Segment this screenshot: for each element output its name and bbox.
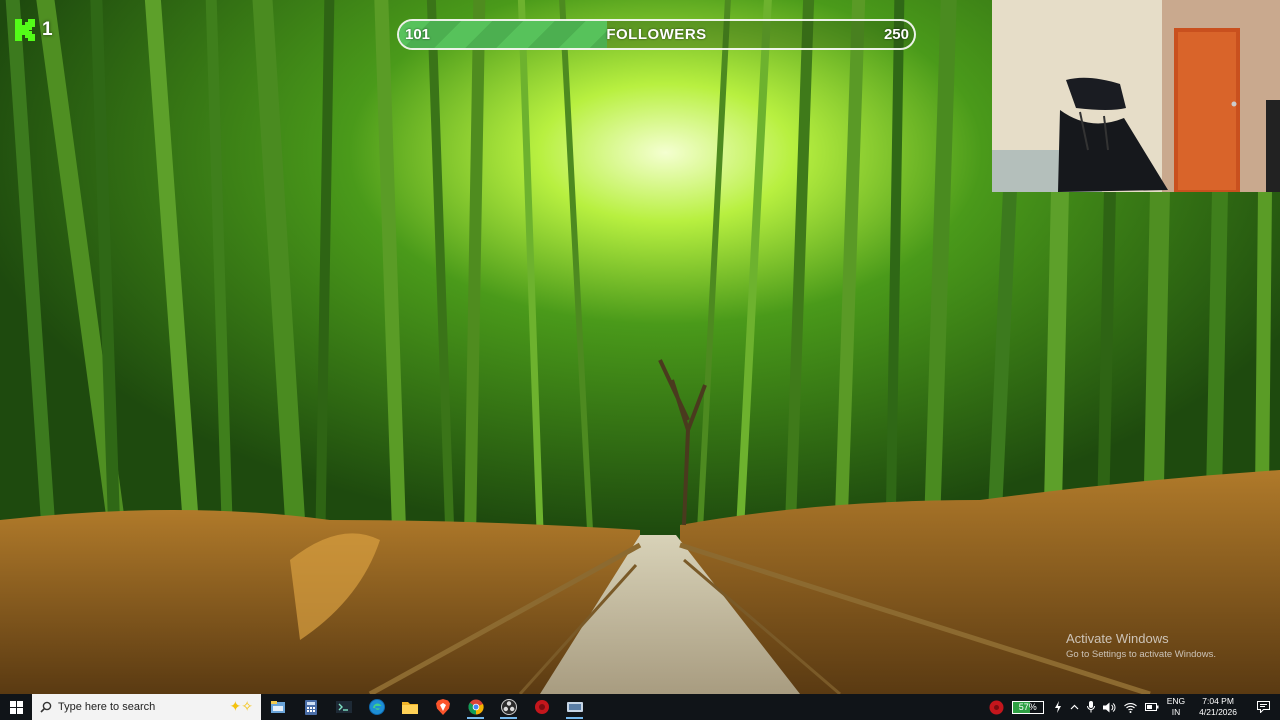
- windows-logo-icon: [9, 700, 23, 714]
- language-indicator[interactable]: ENG IN: [1163, 694, 1189, 720]
- system-tray: 57% ENG IN 7:04 PM 4/21/2026: [985, 694, 1280, 720]
- clock[interactable]: 7:04 PM 4/21/2026: [1189, 694, 1247, 720]
- network-app-icon[interactable]: [558, 694, 591, 720]
- terminal-icon[interactable]: [327, 694, 360, 720]
- microphone-icon[interactable]: [1083, 694, 1099, 720]
- follower-goal-label: FOLLOWERS: [606, 26, 707, 43]
- edge-browser-icon[interactable]: [360, 694, 393, 720]
- notifications-icon[interactable]: [1247, 694, 1280, 720]
- battery-indicator[interactable]: 57%: [1011, 700, 1044, 714]
- webcam-feed: [992, 0, 1280, 192]
- obs-studio-icon[interactable]: [492, 694, 525, 720]
- folder-icon[interactable]: [393, 694, 426, 720]
- kick-logo-icon: [15, 19, 35, 41]
- volume-icon[interactable]: [1099, 694, 1120, 720]
- battery-percent: 57%: [1018, 701, 1037, 712]
- follower-goal-target: 250: [883, 26, 909, 43]
- clock-date: 4/21/2026: [1199, 707, 1237, 717]
- search-icon: [40, 701, 52, 713]
- viewer-count: 1: [42, 19, 53, 40]
- power-plug-icon: [1050, 694, 1066, 720]
- activate-windows-title: Activate Windows: [1066, 631, 1169, 646]
- calculator-icon[interactable]: [294, 694, 327, 720]
- brave-browser-icon[interactable]: [426, 694, 459, 720]
- search-highlight-icon[interactable]: ✦✧: [230, 698, 253, 715]
- taskbar: ✦✧ 57%: [0, 694, 1280, 720]
- follower-goal-bar: 101 FOLLOWERS 250: [397, 19, 916, 50]
- language-code: ENG: [1166, 696, 1186, 706]
- clock-time: 7:04 PM: [1202, 696, 1234, 706]
- file-explorer-icon[interactable]: [261, 694, 294, 720]
- wifi-icon[interactable]: [1120, 694, 1141, 720]
- tray-red-app-icon[interactable]: [985, 694, 1008, 720]
- taskbar-search[interactable]: ✦✧: [32, 694, 261, 720]
- kick-viewer-badge: 1: [14, 18, 53, 42]
- show-hidden-icons-chevron-up-icon[interactable]: [1066, 694, 1083, 720]
- activate-windows-watermark: Activate Windows Go to Settings to activ…: [1066, 631, 1216, 660]
- language-region: IN: [1171, 707, 1181, 717]
- battery-status-icon[interactable]: [1141, 694, 1163, 720]
- search-input[interactable]: [58, 701, 208, 713]
- red-app-icon[interactable]: [525, 694, 558, 720]
- start-button[interactable]: [0, 694, 32, 720]
- chrome-browser-icon[interactable]: [459, 694, 492, 720]
- activate-windows-subtitle: Go to Settings to activate Windows.: [1066, 649, 1216, 660]
